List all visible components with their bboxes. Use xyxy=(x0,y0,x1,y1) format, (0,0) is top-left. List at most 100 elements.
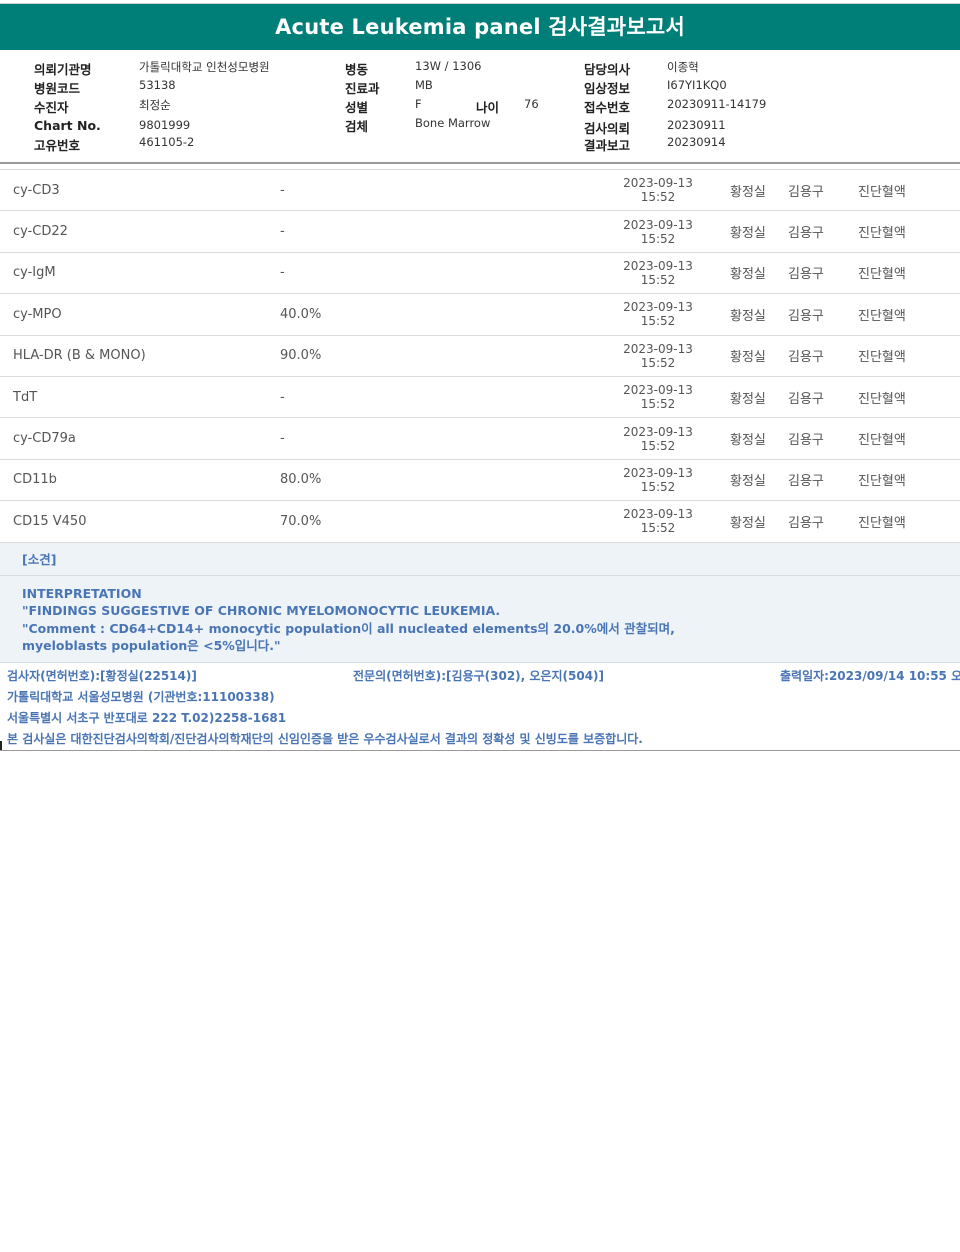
info-value-clinical-info: I67YI1KQ0 xyxy=(667,78,727,92)
opinion-line: INTERPRETATION xyxy=(22,585,142,601)
result-datetime: 2023-09-13 15:52 xyxy=(612,211,704,251)
technician: 황정실 xyxy=(730,226,766,242)
result-date: 2023-09-13 xyxy=(623,507,693,522)
info-label-patient: 수진자 xyxy=(34,100,69,115)
info-label-sex: 성별 xyxy=(345,100,369,115)
result-time: 15:52 xyxy=(640,314,676,329)
test-value: 40.0% xyxy=(280,306,322,322)
info-value-chart-no: 9801999 xyxy=(139,118,191,132)
info-value-sex: F xyxy=(415,97,422,111)
opinion-line: "FINDINGS SUGGESTIVE OF CHRONIC MYELOMON… xyxy=(22,603,501,619)
info-value-unique-no: 461105-2 xyxy=(139,135,195,149)
opinion-line: "Comment : CD64+CD14+ monocytic populati… xyxy=(22,620,675,636)
info-value-request-date: 20230911 xyxy=(667,118,726,132)
test-value: - xyxy=(280,224,285,240)
technician: 황정실 xyxy=(730,515,766,531)
table-row: CD15 V450 70.0% 2023-09-13 15:52 황정실 김용구 … xyxy=(0,501,960,543)
result-date: 2023-09-13 xyxy=(623,217,693,232)
test-name: CD15 V450 xyxy=(13,513,87,529)
result-date: 2023-09-13 xyxy=(623,341,693,356)
department: 진단혈액 xyxy=(858,350,906,366)
info-label-chart-no: Chart No. xyxy=(34,118,101,133)
department: 진단혈액 xyxy=(858,391,906,407)
test-name: cy-CD3 xyxy=(13,182,60,198)
info-label-specimen: 검체 xyxy=(345,119,369,134)
info-label-report-date: 결과보고 xyxy=(584,138,631,153)
table-row: cy-CD79a - 2023-09-13 15:52 황정실 김용구 진단혈액 xyxy=(0,418,960,460)
result-date: 2023-09-13 xyxy=(623,424,693,439)
print-date: 출력일자:2023/09/14 10:55 오전 xyxy=(780,668,960,683)
result-date: 2023-09-13 xyxy=(623,300,693,315)
test-name: cy-IgM xyxy=(13,265,56,281)
department: 진단혈액 xyxy=(858,474,906,490)
info-label-department: 진료과 xyxy=(345,81,380,96)
technician: 황정실 xyxy=(730,391,766,407)
result-datetime: 2023-09-13 15:52 xyxy=(612,253,704,293)
result-time: 15:52 xyxy=(640,479,676,494)
technician: 황정실 xyxy=(730,308,766,324)
doctor: 김용구 xyxy=(788,433,824,449)
table-row: cy-MPO 40.0% 2023-09-13 15:52 황정실 김용구 진단혈… xyxy=(0,294,960,336)
corner-mark xyxy=(0,741,4,750)
test-name: TdT xyxy=(13,389,38,405)
test-name: cy-CD22 xyxy=(13,224,68,240)
info-value-institution: 가톨릭대학교 인천성모병원 xyxy=(139,60,270,74)
table-row: CD11b 80.0% 2023-09-13 15:52 황정실 김용구 진단혈액 xyxy=(0,460,960,502)
result-datetime: 2023-09-13 15:52 xyxy=(612,501,704,541)
info-label-hospital-code: 병원코드 xyxy=(34,81,81,96)
result-time: 15:52 xyxy=(640,272,676,287)
info-value-physician: 이종혁 xyxy=(667,60,699,74)
info-label-institution: 의뢰기관명 xyxy=(34,62,92,77)
info-value-reception-no: 20230911-14179 xyxy=(667,97,767,111)
result-time: 15:52 xyxy=(640,231,676,246)
info-label-ward: 병동 xyxy=(345,62,369,77)
info-label-unique-no: 고유번호 xyxy=(34,138,81,153)
result-datetime: 2023-09-13 15:52 xyxy=(612,170,704,210)
doctor: 김용구 xyxy=(788,515,824,531)
info-label-reception-no: 접수번호 xyxy=(584,100,631,115)
result-datetime: 2023-09-13 15:52 xyxy=(612,460,704,500)
result-date: 2023-09-13 xyxy=(623,176,693,191)
technician: 황정실 xyxy=(730,184,766,200)
test-value: 70.0% xyxy=(280,513,322,529)
info-value-ward: 13W / 1306 xyxy=(415,59,482,73)
department: 진단혈액 xyxy=(858,226,906,242)
table-row: TdT - 2023-09-13 15:52 황정실 김용구 진단혈액 xyxy=(0,377,960,419)
test-value: - xyxy=(280,389,285,405)
tester-license: 검사자(면허번호):[황정실(22514)] xyxy=(7,668,197,683)
test-value: 80.0% xyxy=(280,472,322,488)
doctor: 김용구 xyxy=(788,308,824,324)
result-time: 15:52 xyxy=(640,355,676,370)
department: 진단혈액 xyxy=(858,308,906,324)
result-datetime: 2023-09-13 15:52 xyxy=(612,418,704,458)
doctor: 김용구 xyxy=(788,267,824,283)
table-row: cy-IgM - 2023-09-13 15:52 황정실 김용구 진단혈액 xyxy=(0,253,960,295)
result-date: 2023-09-13 xyxy=(623,383,693,398)
info-value-hospital-code: 53138 xyxy=(139,78,176,92)
info-value-report-date: 20230914 xyxy=(667,135,726,149)
technician: 황정실 xyxy=(730,433,766,449)
opinion-line: myeloblasts population은 <5%입니다." xyxy=(22,638,281,654)
info-label-clinical-info: 임상정보 xyxy=(584,81,631,96)
info-value-age: 76 xyxy=(524,97,539,111)
info-label-physician: 담당의사 xyxy=(584,62,631,77)
department: 진단혈액 xyxy=(858,515,906,531)
specialist-license: 전문의(면허번호):[김용구(302), 오은지(504)] xyxy=(353,668,605,683)
info-value-specimen: Bone Marrow xyxy=(415,116,491,130)
result-time: 15:52 xyxy=(640,397,676,412)
doctor: 김용구 xyxy=(788,474,824,490)
department: 진단혈액 xyxy=(858,267,906,283)
result-date: 2023-09-13 xyxy=(623,258,693,273)
test-name: cy-CD79a xyxy=(13,431,76,447)
result-datetime: 2023-09-13 15:52 xyxy=(612,377,704,417)
info-label-age: 나이 xyxy=(476,100,500,115)
test-value: - xyxy=(280,265,285,281)
result-time: 15:52 xyxy=(640,438,676,453)
hospital-address: 서울특별시 서초구 반포대로 222 T.02)2258-1681 xyxy=(7,710,287,725)
technician: 황정실 xyxy=(730,474,766,490)
test-name: CD11b xyxy=(13,472,57,488)
test-value: 90.0% xyxy=(280,348,322,364)
table-row: cy-CD22 - 2023-09-13 15:52 황정실 김용구 진단혈액 xyxy=(0,211,960,253)
hospital-name: 가톨릭대학교 서울성모병원 (기관번호:11100338) xyxy=(7,689,275,704)
department: 진단혈액 xyxy=(858,184,906,200)
